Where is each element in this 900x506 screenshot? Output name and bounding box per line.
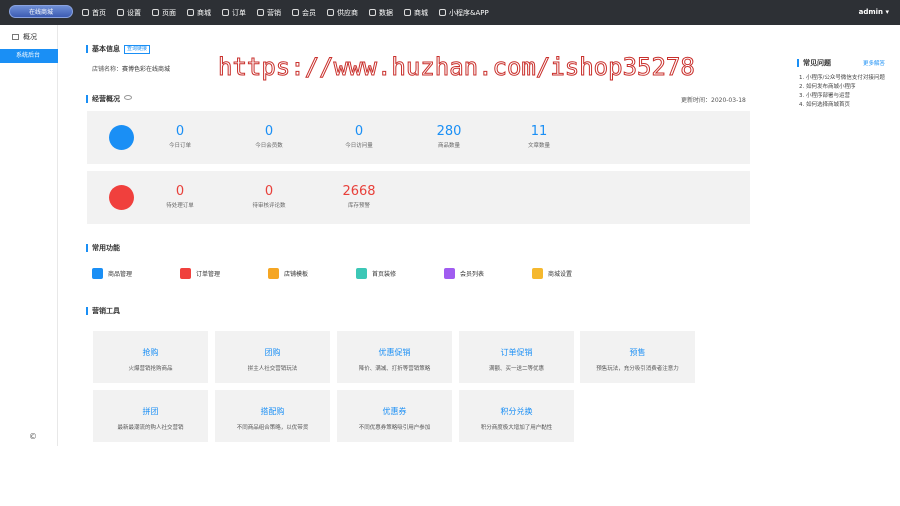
stat-products[interactable]: 280 商品数量: [399, 125, 499, 150]
sidebar-footer: ©: [29, 432, 37, 441]
tool-flash-sale[interactable]: 抢购 火爆营销抢购商品: [93, 331, 208, 383]
store-icon: [404, 9, 411, 16]
marketing-title: 营销工具: [86, 307, 120, 315]
nav-mall[interactable]: 商城: [187, 8, 211, 18]
chart-icon: [369, 9, 376, 16]
layers-icon: [12, 34, 19, 40]
quick-products[interactable]: 商品管理: [92, 268, 132, 279]
tool-points-exchange[interactable]: 积分兑换 积分商度极大增加了用户黏性: [459, 390, 574, 442]
nav-pages[interactable]: 页面: [152, 8, 176, 18]
nav-supplier[interactable]: 供应商: [327, 8, 358, 18]
order-icon: [222, 9, 229, 16]
sidebar-item-system[interactable]: 系统后台: [0, 49, 58, 63]
sidebar-item-overview[interactable]: 概况: [12, 32, 37, 42]
order-icon: [180, 268, 191, 279]
watermark: https://www.huzhan.com/ishop35278: [218, 53, 696, 82]
member-icon: [292, 9, 299, 16]
tool-bundle[interactable]: 搭配购 不同商品组合策略，以优带货: [215, 390, 330, 442]
eye-icon[interactable]: [124, 95, 132, 100]
basic-info-title: 基本信息: [86, 45, 120, 53]
ops-title: 经营概况: [86, 95, 120, 103]
quick-members[interactable]: 会员列表: [444, 268, 484, 279]
logo[interactable]: 在线商城: [9, 5, 73, 18]
nav-settings[interactable]: 设置: [117, 8, 141, 18]
quick-home-decor[interactable]: 首页装修: [356, 268, 396, 279]
gear-icon: [117, 9, 124, 16]
admin-menu[interactable]: admin ▾: [859, 8, 889, 16]
marketing-icon: [257, 9, 264, 16]
top-bar: 在线商城 首页 设置 页面 商城 订单 营销 会员 供应商 数据 商城 小程序&…: [0, 0, 900, 25]
store-name: 赛博色彩在线商城: [122, 66, 171, 73]
faq-item-2[interactable]: 2. 如何发布商城小程序: [799, 82, 856, 90]
quick-templates[interactable]: 店铺模板: [268, 268, 308, 279]
nav-mall-2[interactable]: 商城: [404, 8, 428, 18]
tool-discount[interactable]: 优惠促销 降价、满减、打折等营销策略: [337, 331, 452, 383]
nav-marketing[interactable]: 营销: [257, 8, 281, 18]
common-title: 常用功能: [86, 244, 120, 252]
tool-team-buy[interactable]: 拼团 最新最潮流的购人社交营销: [93, 390, 208, 442]
product-icon: [92, 268, 103, 279]
top-nav: 首页 设置 页面 商城 订单 营销 会员 供应商 数据 商城 小程序&APP: [82, 0, 500, 25]
quick-mall-settings[interactable]: 商城设置: [532, 268, 572, 279]
stat-pending-orders[interactable]: 0 待处理订单: [130, 185, 230, 210]
nav-orders[interactable]: 订单: [222, 8, 246, 18]
store-name-line: 店铺名称：赛博色彩在线商城: [92, 64, 170, 73]
stat-pending-reviews[interactable]: 0 待审核评论数: [219, 185, 319, 210]
quick-orders[interactable]: 订单管理: [180, 268, 220, 279]
logo-text: 在线商城: [28, 9, 53, 16]
faq-more-link[interactable]: 更多解答: [863, 59, 885, 67]
update-time: 更新时间：2020-03-18: [681, 97, 746, 104]
stats-card-today: 0 今日订单 0 今日会员数 0 今日访问量 280 商品数量 11 文章数量: [87, 111, 750, 164]
stat-articles[interactable]: 11 文章数量: [489, 125, 589, 150]
faq-title: 常见问题: [797, 59, 831, 67]
template-icon: [268, 268, 279, 279]
stat-today-orders[interactable]: 0 今日订单: [130, 125, 230, 150]
stats-card-pending: 0 待处理订单 0 待审核评论数 2668 库存预警: [87, 171, 750, 224]
quick-links: 商品管理 订单管理 店铺模板 首页装修 会员列表 商城设置: [92, 268, 752, 280]
tool-coupon[interactable]: 优惠券 不同优惠券策略吸引用户参加: [337, 390, 452, 442]
tool-group-buy[interactable]: 团购 拼主人社交营销玩法: [215, 331, 330, 383]
faq-item-4[interactable]: 4. 如何选择商城首页: [799, 100, 850, 108]
stat-stock-warning[interactable]: 2668 库存预警: [309, 185, 409, 210]
nav-data[interactable]: 数据: [369, 8, 393, 18]
supplier-icon: [327, 9, 334, 16]
nav-members[interactable]: 会员: [292, 8, 316, 18]
nav-home[interactable]: 首页: [82, 8, 106, 18]
faq-item-3[interactable]: 3. 小程序部署与运营: [799, 91, 850, 99]
shop-icon: [187, 9, 194, 16]
faq-item-1[interactable]: 1. 小程序/公众号微信支付对接问题: [799, 73, 885, 81]
tool-presale[interactable]: 预售 预售玩法，充分吸引消费者注意力: [580, 331, 695, 383]
member-icon: [444, 268, 455, 279]
store-label: 店铺名称：: [92, 66, 123, 73]
basic-info-tag[interactable]: 查询链接: [124, 45, 151, 54]
stat-today-visits[interactable]: 0 今日访问量: [309, 125, 409, 150]
tool-order-promo[interactable]: 订单促销 满额、买一送二等优惠: [459, 331, 574, 383]
home-icon: [356, 268, 367, 279]
page-icon: [152, 9, 159, 16]
app-icon: [439, 9, 446, 16]
nav-miniapp[interactable]: 小程序&APP: [439, 8, 489, 18]
home-icon: [82, 9, 89, 16]
sidebar: 概况 系统后台: [0, 25, 58, 446]
stat-today-members[interactable]: 0 今日会员数: [219, 125, 319, 150]
settings-icon: [532, 268, 543, 279]
